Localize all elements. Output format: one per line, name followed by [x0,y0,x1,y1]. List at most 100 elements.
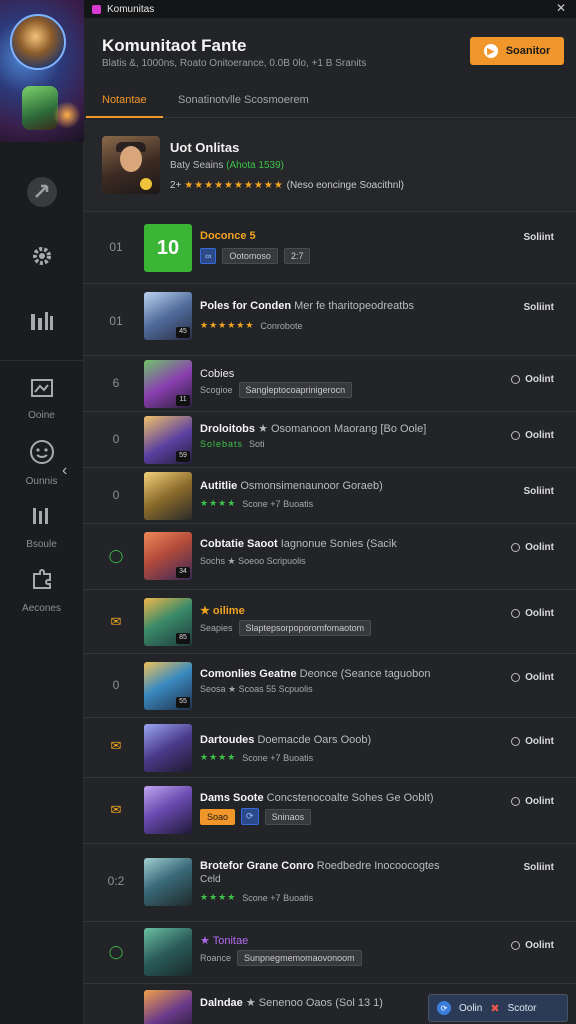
row-action[interactable]: Soliint [523,302,554,313]
row-action[interactable]: Soliint [523,862,554,873]
list-item[interactable]: ◯ ★ Tonitae Roance Sunpnegmemomaovonoom … [84,922,576,984]
tag-chip[interactable]: Sunpnegmemomaovonoom [237,950,362,966]
hero-avatar-image[interactable] [10,14,66,70]
sidebar-item-settings[interactable] [0,226,83,290]
item-meta: ★★★★★★ Conrobote [200,320,302,331]
level-badge: 45 [176,327,190,338]
page-subtitle: Blatis &, 1000ns, Roato Onitoerance, 0.0… [102,58,367,69]
star-rating-icon: ★★★★★★★★★★ [184,180,284,191]
list-item[interactable]: 6 11 Cobies Scogioe Sangleptocoapriniger… [84,356,576,412]
level-badge: 85 [176,633,190,644]
list-item[interactable]: ✉ Dams Soote Concstenocoalte Sohes Ge Oo… [84,778,576,844]
tab-sonatinotvlle[interactable]: Sonatinotvlle Scosmoerem [178,94,309,106]
rank-number: 0:2 [107,874,125,888]
row-action-label: Oolint [525,796,554,807]
item-meta: ★★★★ Scone +7 Buoatis [200,752,313,763]
meta-green: Solebats [200,439,244,449]
tag-chip[interactable]: Ootomoso [222,248,278,264]
refresh-icon[interactable]: ⟳ [241,808,259,825]
coin-icon [140,178,152,190]
star-rating-icon: ★★★★★★ [200,320,255,330]
row-action[interactable]: Soliint [523,232,554,243]
meta-text: Seapies [200,623,233,633]
row-action[interactable]: Oolint [511,940,554,951]
list-item[interactable]: 0 59 Droloitobs ★ Osomanoon Maorang [Bo … [84,412,576,468]
row-action-label: Soliint [523,302,554,313]
sidebar: Ooine Ounnis Bsoule Aecones ‹ [0,0,84,1024]
row-action[interactable]: Oolint [511,430,554,441]
level-badge: 11 [176,395,190,406]
rank-number: 6 [112,376,120,390]
collapse-sidebar-chevron-icon[interactable]: ‹ [62,462,67,480]
row-action[interactable]: Oolint [511,672,554,683]
list-item[interactable]: 0 55 Comonlies Geatne Deonce (Seance tag… [84,654,576,718]
row-action-label: Oolint [525,374,554,385]
sidebar-item-ooine[interactable]: Ooine [0,367,83,431]
item-line2: Celd [200,874,221,885]
title-bar: Komunitas ✕ [84,0,576,18]
game-thumbnail: 10 [144,224,192,272]
check-circle-icon: ◯ [108,548,124,563]
featured-item[interactable]: Uot Onlitas Baty Seains (Ahota 1539) 2+ … [84,120,576,212]
row-action-label: Oolint [525,542,554,553]
game-thumbnail: 45 [144,292,192,340]
list-item[interactable]: ✉ 85 ★ oilime Seapies Slaptepsorpoporomf… [84,590,576,654]
float-right-label[interactable]: Scotor [508,1003,537,1014]
reward-badge-icon: ✉ [110,614,122,629]
featured-rating-text: (Neso eoncinge Soacithnl) [286,180,404,191]
rank-number: 0 [112,432,120,446]
featured-sub-green: (Ahota 1539) [226,160,284,171]
list-item[interactable]: 01 10 Doconce 5 ∞ Ootomoso 2:7 Soliint [84,212,576,284]
tag-chip[interactable]: Soao [200,808,236,825]
sidebar-item-ounnis[interactable]: Ounnis [0,431,83,495]
item-desc: ★ Osomanoon Maorang [Bo Oole] [258,423,427,435]
row-action-label: Soliint [523,486,554,497]
row-action-label: Oolint [525,940,554,951]
row-action[interactable]: Oolint [511,736,554,747]
tag-chip[interactable]: Sninaos [264,808,312,825]
game-thumbnail: 85 [144,598,192,646]
list-item[interactable]: 0:2 Brotefor Grane Conro Roedbedre Inoco… [84,844,576,922]
sidebar-item-stats[interactable] [0,290,83,354]
sidebar-item-bsoule[interactable]: Bsoule [0,495,83,559]
floating-action-bar[interactable]: ⟳ Oolin ✖ Scotor [428,994,568,1022]
avatar-face-shape [120,146,142,172]
featured-title: Uot Onlitas [170,140,240,155]
sidebar-item-swap[interactable] [0,162,83,226]
tab-notantae[interactable]: Notantae [86,94,163,118]
list-item[interactable]: ◯ 34 Cobtatie Saoot Iagnonue Sonies (Sac… [84,524,576,590]
list-item[interactable]: 0 Autitlie Osmonsimenaunoor Goraeb) ★★★★… [84,468,576,524]
game-thumbnail [144,472,192,520]
list-item[interactable]: 01 45 Poles for Conden Mer fe tharitopeo… [84,284,576,356]
sidebar-banner-art [0,0,84,142]
row-action-label: Soliint [523,232,554,243]
list-item[interactable]: ✉ Dartoudes Doemacde Oars Ooob) ★★★★ Sco… [84,718,576,778]
sidebar-item-aecones[interactable]: Aecones [0,559,83,623]
close-icon[interactable]: ✕ [556,1,566,15]
row-action[interactable]: Soliint [523,486,554,497]
item-name: Autitlie Osmonsimenaunoor Goraeb) [200,480,383,492]
game-thumbnail: 59 [144,416,192,464]
float-left-label[interactable]: Oolin [459,1003,482,1014]
row-action-label: Oolint [525,672,554,683]
tag-chip[interactable]: Sangleptocoaprinigerocn [238,382,353,398]
header-action-button[interactable]: ▶ Soanitor [470,37,564,65]
row-action-label: Soliint [523,862,554,873]
swap-icon [25,175,59,214]
play-icon: ▶ [483,44,498,58]
game-thumbnail [144,990,192,1024]
item-desc: Doemacde Oars Ooob) [257,734,372,746]
row-action[interactable]: Oolint [511,374,554,385]
refresh-icon: ⟳ [437,1001,451,1015]
tag-chip[interactable]: 2:7 [283,248,311,264]
item-name: Brotefor Grane Conro Roedbedre Inocoocog… [200,860,440,872]
row-action[interactable]: Oolint [511,542,554,553]
item-title: Cobtatie Saoot [200,538,278,550]
row-action[interactable]: Oolint [511,796,554,807]
status-dot-icon [511,737,521,746]
item-title: Dartoudes [200,734,255,746]
row-action[interactable]: Oolint [511,608,554,619]
tag-chip[interactable]: Slaptepsorpoporomfomaotom [238,620,372,636]
meta-text: Scone +7 Buoatis [242,892,314,903]
meta-text: Scogioe [200,385,233,395]
